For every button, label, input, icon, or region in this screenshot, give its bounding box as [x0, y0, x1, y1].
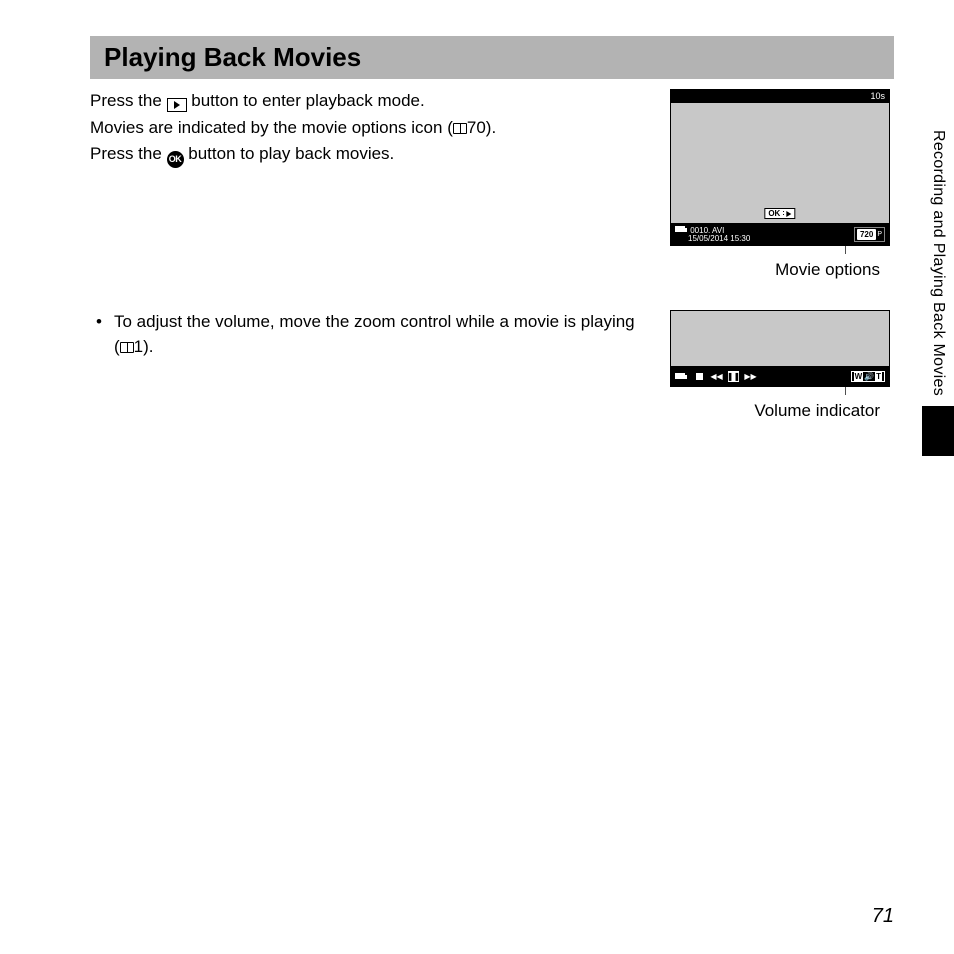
- playback-button-icon: [167, 98, 187, 112]
- stop-icon: [694, 371, 705, 382]
- duration-indicator: 10s: [870, 91, 885, 101]
- text-fragment: Press the: [90, 144, 167, 163]
- pause-icon: ❚❚: [728, 371, 739, 382]
- page-ref-icon: [453, 123, 467, 134]
- ok-button-icon: OK: [167, 151, 184, 168]
- tele-label: T: [875, 372, 882, 381]
- chapter-tab-marker: [922, 406, 954, 456]
- ok-badge-label: OK: [768, 209, 780, 218]
- page-number: 71: [872, 905, 894, 928]
- text-fragment: button to play back movies.: [184, 144, 395, 163]
- datetime-stamp: 15/05/2014 15:30: [688, 234, 750, 243]
- text-fragment: Movies are indicated by the movie option…: [90, 118, 453, 137]
- battery-icon: [675, 226, 685, 232]
- text-fragment: button to enter playback mode.: [187, 91, 425, 110]
- playback-screen-illustration: 10s OK: 0010. AVI 15/05/2014 15:30 720P: [670, 89, 890, 246]
- volume-indicator-caption: Volume indicator: [664, 401, 880, 421]
- text-fragment: ).: [486, 118, 496, 137]
- text-fragment: To adjust the volume, move the zoom cont…: [114, 312, 635, 356]
- ok-play-badge: OK:: [764, 208, 795, 219]
- callout-pointer: │: [664, 387, 849, 395]
- resolution-badge: 720P: [854, 227, 885, 242]
- speaker-icon: 🔊: [864, 372, 874, 381]
- page-ref-number: 1: [134, 337, 143, 356]
- page-ref-icon: [120, 342, 134, 353]
- text-fragment: ).: [143, 337, 153, 356]
- wide-label: W: [854, 372, 864, 381]
- resolution-suffix: P: [877, 231, 882, 238]
- volume-bullet: To adjust the volume, move the zoom cont…: [90, 310, 644, 359]
- text-fragment: Press the: [90, 91, 167, 110]
- section-title: Playing Back Movies: [90, 36, 894, 79]
- forward-icon: ▶▶: [745, 371, 756, 382]
- volume-screen-illustration: ◀◀ ❚❚ ▶▶ W 🔊 T: [670, 310, 890, 387]
- resolution-value: 720: [857, 229, 876, 240]
- rewind-icon: ◀◀: [711, 371, 722, 382]
- page-ref-number: 70: [467, 118, 486, 137]
- battery-icon: [675, 373, 685, 379]
- volume-indicator-badge: W 🔊 T: [851, 371, 885, 382]
- callout-pointer: │: [664, 246, 849, 254]
- chapter-side-label: Recording and Playing Back Movies: [925, 120, 951, 406]
- intro-text: Press the button to enter playback mode.…: [90, 89, 644, 170]
- movie-options-caption: Movie options: [664, 260, 880, 280]
